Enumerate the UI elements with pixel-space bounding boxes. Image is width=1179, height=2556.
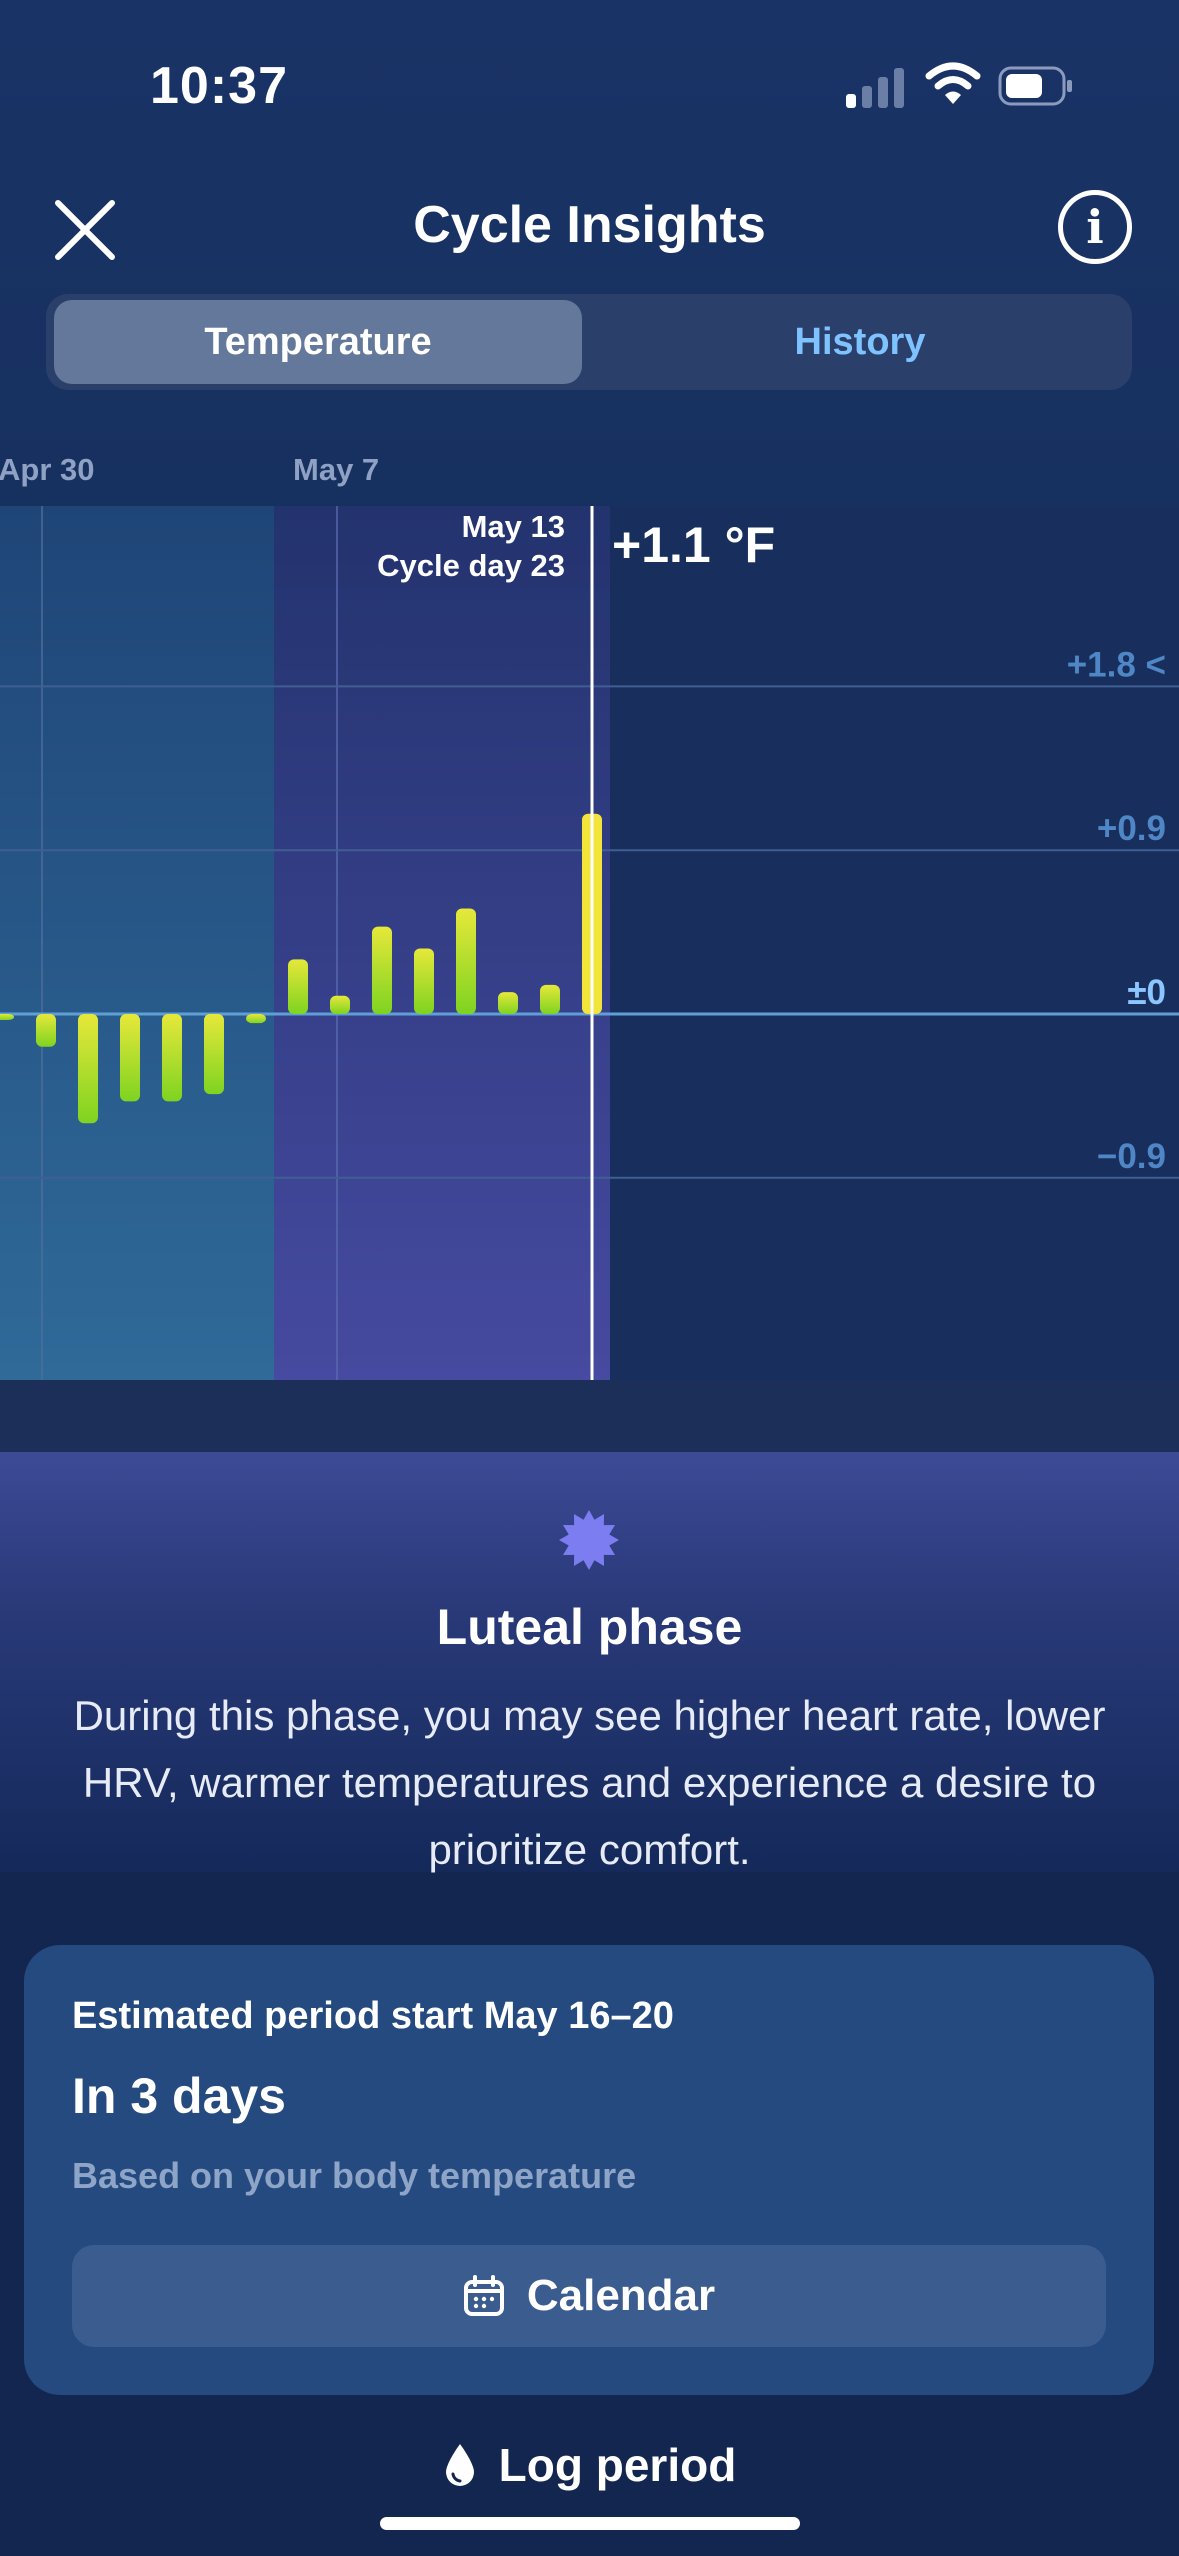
period-countdown: In 3 days — [72, 2068, 286, 2124]
wifi-icon — [925, 62, 981, 104]
temperature-bar[interactable] — [78, 1014, 98, 1124]
drop-icon — [445, 2444, 474, 2486]
cellular-signal-icon — [846, 66, 906, 108]
x-label-apr-30: Apr 30 — [0, 452, 94, 487]
status-time: 10:37 — [150, 57, 288, 115]
temperature-bar[interactable] — [120, 1014, 140, 1102]
segmented-control: Temperature History — [46, 294, 1132, 390]
temperature-chart[interactable]: +1.8 < +0.9 ±0 −0.9 Apr 30 May 7 May 13 Cyc… — [0, 440, 1179, 1380]
phase-title: Luteal phase — [436, 1599, 743, 1655]
temperature-bar[interactable] — [372, 926, 392, 1014]
phase-band-luteal — [274, 506, 610, 1380]
temperature-bar[interactable] — [540, 984, 560, 1014]
info-icon: i — [1086, 200, 1104, 254]
calendar-button-label: Calendar — [526, 2271, 716, 2320]
chart-footer-band — [0, 1380, 1179, 1452]
tab-temperature[interactable]: Temperature — [54, 300, 582, 384]
log-period-button[interactable]: Log period — [0, 2438, 1179, 2494]
temperature-bar[interactable] — [456, 908, 476, 1014]
tab-history[interactable]: History — [596, 300, 1124, 384]
temperature-bar[interactable] — [414, 948, 434, 1014]
phase-description: During this phase, you may see higher he… — [73, 1692, 1106, 1873]
period-estimate-basis: Based on your body temperature — [72, 2155, 637, 2196]
calendar-button[interactable]: Calendar — [72, 2245, 1106, 2347]
period-estimate-label: Estimated period start May 16–20 — [72, 1995, 674, 2037]
temperature-bar[interactable] — [162, 1014, 182, 1102]
battery-icon — [998, 66, 1072, 106]
temperature-bar[interactable] — [498, 992, 518, 1014]
temperature-bar[interactable] — [204, 1014, 224, 1095]
temperature-bar[interactable] — [0, 1014, 14, 1020]
temperature-bar[interactable] — [36, 1014, 56, 1047]
y-tick-label: +1.8 < — [1067, 645, 1166, 684]
selected-date: May 13 — [462, 509, 565, 544]
page-title: Cycle Insights — [413, 196, 766, 254]
temperature-bar[interactable] — [288, 959, 308, 1014]
selected-cycle-day: Cycle day 23 — [377, 548, 565, 583]
period-estimate-card: Estimated period start May 16–20 In 3 da… — [24, 1945, 1154, 2395]
info-button[interactable]: i — [1058, 190, 1132, 264]
temperature-bar[interactable] — [330, 995, 350, 1014]
y-tick-label: ±0 — [1127, 973, 1166, 1012]
calendar-icon — [463, 2275, 504, 2316]
x-label-may-7: May 7 — [293, 452, 379, 487]
home-indicator — [380, 2517, 800, 2530]
future-area — [610, 506, 1179, 1380]
selected-value: +1.1 °F — [612, 517, 775, 573]
temperature-bar[interactable] — [246, 1014, 266, 1024]
sparkle-icon — [559, 1510, 619, 1570]
log-period-label: Log period — [498, 2439, 737, 2491]
y-tick-label: +0.9 — [1097, 809, 1166, 848]
y-tick-label: −0.9 — [1097, 1137, 1166, 1176]
